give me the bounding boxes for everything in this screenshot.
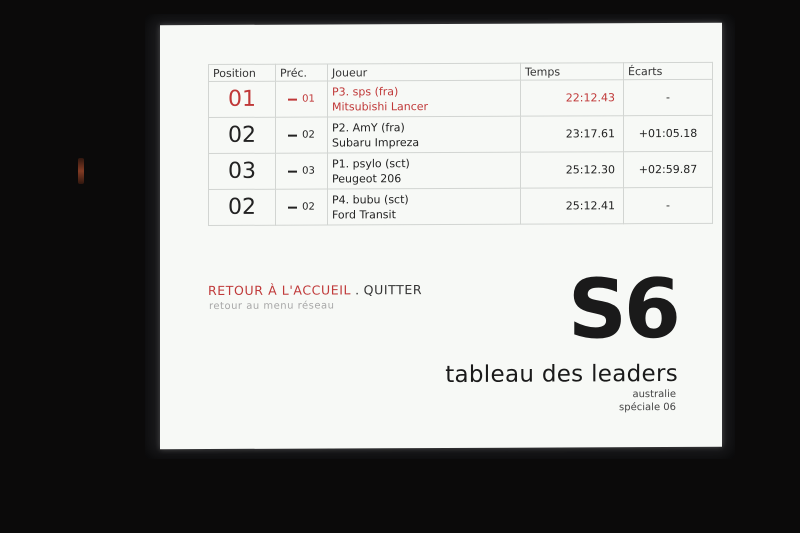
stage-name: spéciale 06 bbox=[619, 401, 676, 414]
header-player: Joueur bbox=[327, 63, 521, 81]
row-previous: 02 bbox=[275, 188, 328, 226]
previous-position: 02 bbox=[302, 201, 315, 213]
row-previous: 01 bbox=[275, 80, 328, 118]
home-menu-item[interactable]: RETOUR À L'ACCUEIL bbox=[208, 282, 351, 298]
stage-country: australie bbox=[632, 388, 676, 401]
quit-menu-item[interactable]: QUITTER bbox=[364, 282, 423, 297]
row-time: 25:12.41 bbox=[520, 187, 624, 225]
row-time: 22:12.43 bbox=[520, 79, 624, 117]
previous-position: 03 bbox=[302, 165, 315, 177]
row-player: P2. AmY (fra) Subaru Impreza bbox=[327, 116, 521, 153]
player-car: Peugeot 206 bbox=[332, 171, 402, 185]
player-car: Ford Transit bbox=[332, 207, 396, 221]
leaderboard-table: Position Préc. Joueur Temps Écarts 01 01… bbox=[208, 62, 713, 226]
player-car: Subaru Impreza bbox=[332, 135, 420, 149]
leaderboard-row: 02 02 P4. bubu (sct) Ford Transit 25:12.… bbox=[208, 187, 713, 226]
header-position: Position bbox=[208, 64, 276, 82]
stage-code: S6 bbox=[567, 261, 678, 358]
menu-separator: . bbox=[355, 282, 360, 298]
header-gap: Écarts bbox=[623, 62, 713, 80]
player-name: P1. psylo (sct) bbox=[332, 156, 410, 170]
row-player: P1. psylo (sct) Peugeot 206 bbox=[327, 152, 521, 189]
row-player: P4. bubu (sct) Ford Transit bbox=[327, 188, 521, 225]
player-name: P3. sps (fra) bbox=[332, 84, 399, 98]
row-gap: - bbox=[623, 187, 713, 224]
player-name: P4. bubu (sct) bbox=[332, 192, 409, 206]
row-time: 23:17.61 bbox=[520, 115, 624, 153]
row-time: 25:12.30 bbox=[520, 151, 624, 189]
row-position: 02 bbox=[208, 189, 276, 226]
dash-icon bbox=[288, 98, 298, 101]
game-screen: Position Préc. Joueur Temps Écarts 01 01… bbox=[160, 22, 722, 450]
previous-position: 01 bbox=[302, 93, 315, 105]
row-gap: +01:05.18 bbox=[623, 115, 713, 152]
row-position: 03 bbox=[208, 153, 276, 190]
leaderboard-header-row: Position Préc. Joueur Temps Écarts bbox=[208, 62, 713, 82]
header-previous: Préc. bbox=[275, 63, 328, 82]
console-indicator-light bbox=[78, 158, 84, 184]
row-position: 02 bbox=[208, 117, 276, 154]
row-previous: 02 bbox=[275, 116, 328, 154]
leaderboard-row: 03 03 P1. psylo (sct) Peugeot 206 25:12.… bbox=[208, 151, 713, 190]
row-previous: 03 bbox=[275, 152, 328, 190]
row-gap: +02:59.87 bbox=[623, 151, 713, 188]
row-gap: - bbox=[623, 79, 713, 116]
row-position: 01 bbox=[208, 81, 276, 118]
leaderboard-row: 02 02 P2. AmY (fra) Subaru Impreza 23:17… bbox=[208, 115, 713, 154]
row-player: P3. sps (fra) Mitsubishi Lancer bbox=[327, 80, 521, 117]
menu-hint: retour au menu réseau bbox=[209, 300, 335, 313]
header-time: Temps bbox=[520, 62, 624, 81]
player-car: Mitsubishi Lancer bbox=[332, 99, 429, 113]
leaderboard-row: 01 01 P3. sps (fra) Mitsubishi Lancer 22… bbox=[208, 79, 713, 118]
bottom-menu: RETOUR À L'ACCUEIL. QUITTER bbox=[208, 282, 422, 298]
dash-icon bbox=[288, 170, 298, 173]
dash-icon bbox=[288, 206, 298, 209]
page-title: tableau des leaders bbox=[445, 360, 678, 388]
player-name: P2. AmY (fra) bbox=[332, 120, 405, 134]
dash-icon bbox=[288, 134, 298, 137]
previous-position: 02 bbox=[302, 129, 315, 141]
